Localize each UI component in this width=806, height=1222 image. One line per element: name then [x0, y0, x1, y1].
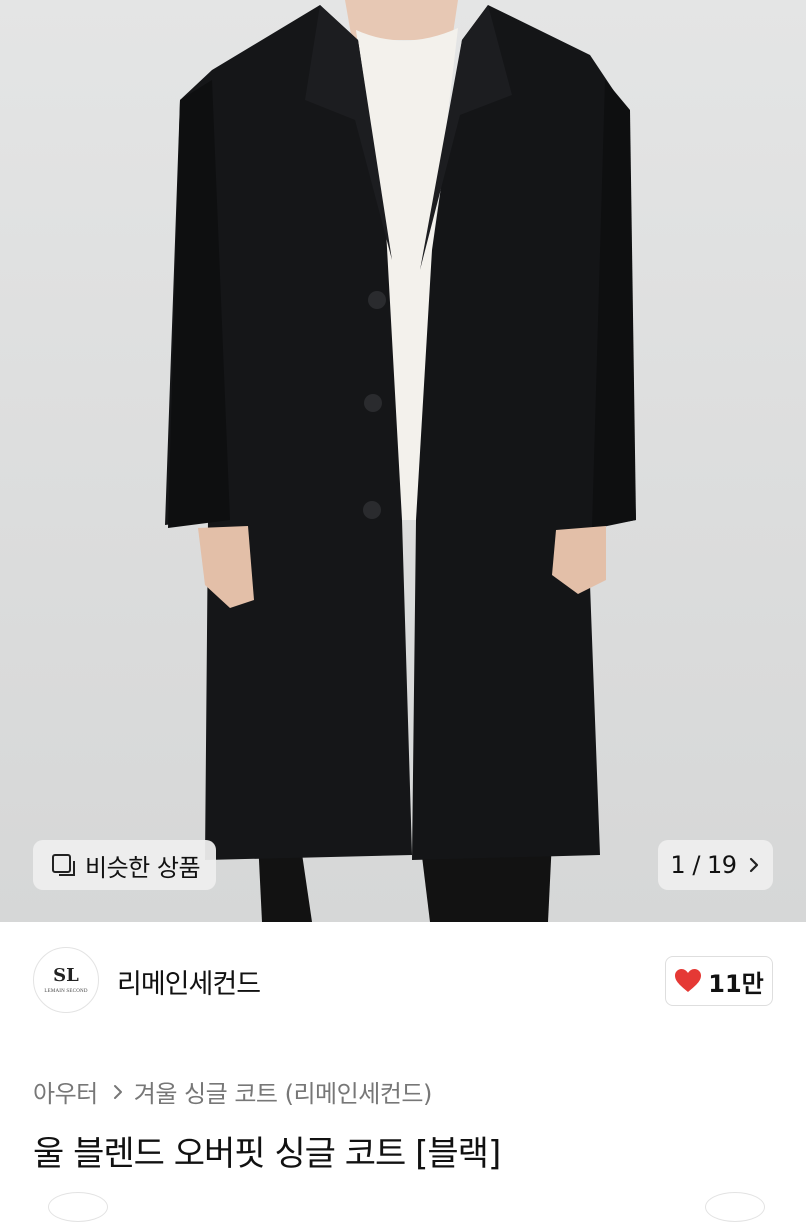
heart-icon — [675, 969, 702, 992]
similar-items-icon — [52, 854, 75, 876]
image-counter-button[interactable]: 1 / 19 — [658, 840, 773, 890]
breadcrumb-subcategory[interactable]: 겨울 싱글 코트 (리메인세컨드) — [134, 1074, 433, 1109]
like-count: 11만 — [708, 969, 764, 998]
product-photo — [165, 0, 636, 922]
breadcrumb-category[interactable]: 아우터 — [33, 1074, 98, 1109]
chevron-right-icon — [749, 857, 758, 873]
seller-logo-subtext: LEMAIN SECOND — [44, 988, 88, 994]
like-button[interactable]: 11만 — [665, 956, 773, 1006]
breadcrumb: 아우터 겨울 싱글 코트 (리메인세컨드) — [33, 1074, 432, 1109]
similar-products-button[interactable]: 비슷한 상품 — [33, 840, 216, 890]
seller-logo[interactable]: SL LEMAIN SECOND — [33, 947, 99, 1013]
seller-row: SL LEMAIN SECOND 리메인세컨드 11만 — [0, 922, 806, 1036]
partial-circle-button[interactable] — [48, 1192, 108, 1222]
similar-products-label: 비슷한 상품 — [85, 853, 201, 882]
seller-logo-mark: SL — [53, 964, 79, 986]
seller-name[interactable]: 리메인세컨드 — [117, 962, 261, 1001]
product-image-carousel[interactable]: 비슷한 상품 1 / 19 — [0, 0, 806, 922]
image-counter: 1 / 19 — [670, 851, 737, 879]
chevron-right-icon — [113, 1084, 122, 1099]
product-title: 울 블렌드 오버핏 싱글 코트 [블랙] — [33, 1134, 501, 1174]
partial-circle-button[interactable] — [705, 1192, 765, 1222]
